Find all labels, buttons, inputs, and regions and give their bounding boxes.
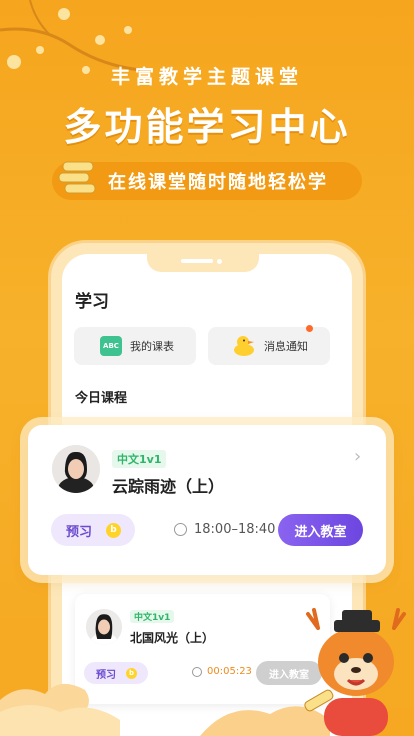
course-type-tag-secondary: 中文1v1 — [130, 610, 175, 623]
preview-label: 预习 — [66, 524, 93, 540]
camera-dot — [217, 259, 222, 264]
class-time: 18:00–18:40 — [174, 522, 275, 537]
enter-classroom-button[interactable]: 进入教室 — [278, 514, 363, 546]
teacher-avatar — [52, 445, 100, 493]
tagline-text: 在线课堂随时随地轻松学 — [108, 172, 328, 193]
class-time-text: 18:00–18:40 — [194, 522, 276, 537]
page-title: 学习 — [75, 292, 109, 312]
duck-icon — [234, 336, 254, 356]
preview-button[interactable]: 预习 b — [51, 514, 135, 546]
speaker-bar — [181, 259, 213, 263]
course-title-secondary: 北国风光（上） — [130, 631, 215, 645]
calendar-icon: ABC — [100, 336, 122, 356]
course-type-tag: 中文1v1 — [112, 450, 167, 468]
bamboo-scroll-icon — [58, 161, 96, 194]
unread-badge — [306, 325, 313, 332]
notifications-label: 消息通知 — [264, 340, 308, 353]
clock-icon — [174, 523, 187, 536]
section-title: 今日课程 — [75, 391, 128, 406]
my-schedule-label: 我的课表 — [130, 340, 174, 353]
course-title: 云踪雨迹（上） — [112, 477, 225, 496]
deer-mascot — [304, 608, 406, 736]
teacher-avatar-secondary — [86, 609, 122, 645]
header-title: 多功能学习中心 — [63, 105, 351, 149]
notifications-button[interactable]: 消息通知 — [208, 327, 330, 365]
coin-icon: b — [106, 522, 122, 538]
header-subtitle: 丰富教学主题课堂 — [110, 66, 303, 88]
chevron-right-icon[interactable]: › — [354, 446, 361, 467]
my-schedule-button[interactable]: ABC 我的课表 — [74, 327, 196, 365]
